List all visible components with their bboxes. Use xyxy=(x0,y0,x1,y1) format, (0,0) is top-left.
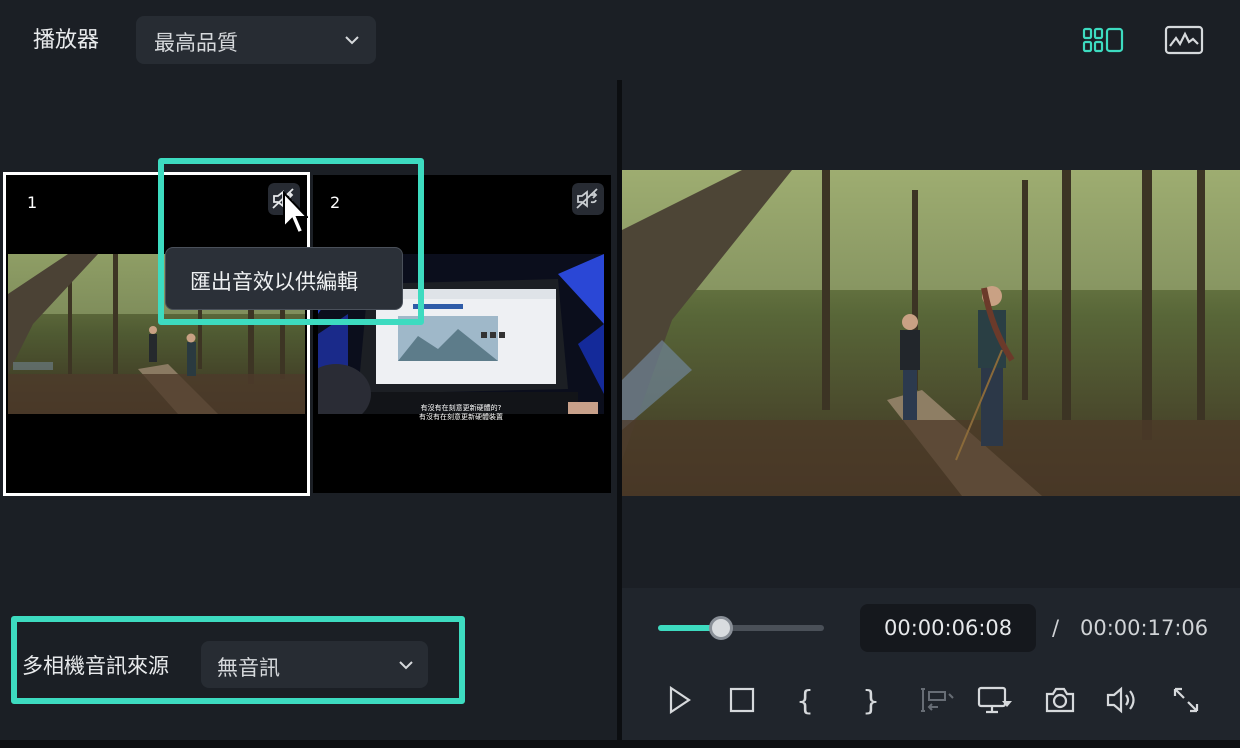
timecode-separator: / xyxy=(1052,616,1060,640)
display-settings-button[interactable] xyxy=(977,682,1013,718)
tooltip-text: 匯出音效以供編輯 xyxy=(190,270,358,294)
camera-icon xyxy=(1045,687,1075,713)
fullscreen-button[interactable] xyxy=(1168,682,1204,718)
bottom-edge xyxy=(0,740,1240,748)
camera-number: 1 xyxy=(27,193,38,212)
insert-icon xyxy=(921,688,954,712)
export-audio-tooltip: 匯出音效以供編輯 xyxy=(165,247,403,310)
camera-number: 2 xyxy=(330,193,341,212)
mark-out-button[interactable]: } xyxy=(853,682,889,718)
preview-video[interactable] xyxy=(622,170,1240,496)
volume-icon xyxy=(1106,686,1135,714)
play-button[interactable] xyxy=(662,682,698,718)
player-label: 播放器 xyxy=(33,28,100,53)
camera-2-subtitle-overlay: 有沒有在刻意更新硬體的? 有沒有在刻意更新硬體裝置 xyxy=(419,404,503,420)
mark-in-button[interactable]: { xyxy=(787,682,823,718)
stop-button[interactable] xyxy=(724,682,760,718)
quality-value: 最高品質 xyxy=(154,31,238,55)
multicam-grid-icon[interactable] xyxy=(1082,22,1126,58)
chevron-down-icon xyxy=(345,36,359,45)
camera-angle-1[interactable]: 1 xyxy=(3,172,310,496)
camera-angle-2[interactable]: 2 有沒有在刻意更新硬體的? 有沒有在刻意更新硬體裝置 xyxy=(313,175,611,493)
volume-button[interactable] xyxy=(1104,682,1140,718)
chevron-down-icon xyxy=(399,661,413,670)
stop-icon xyxy=(729,687,755,713)
scrubber-handle[interactable] xyxy=(709,616,734,640)
snapshot-button[interactable] xyxy=(1042,682,1078,718)
waveform-monitor-icon[interactable] xyxy=(1163,22,1207,58)
monitor-icon xyxy=(977,686,1012,714)
export-audio-icon[interactable] xyxy=(572,183,604,215)
subtitle-line-2: 有沒有在刻意更新硬體裝置 xyxy=(419,412,503,420)
scrubber-track[interactable] xyxy=(658,616,824,640)
subtitle-line-1: 有沒有在刻意更新硬體的? xyxy=(421,404,502,412)
audio-source-label: 多相機音訊來源 xyxy=(22,654,169,678)
expand-icon xyxy=(1173,687,1199,713)
audio-source-value: 無音訊 xyxy=(217,656,280,680)
play-icon xyxy=(669,686,691,714)
current-timecode[interactable]: 00:00:06:08 xyxy=(860,604,1036,652)
insert-button[interactable] xyxy=(920,682,956,718)
total-time: 00:00:17:06 xyxy=(1080,616,1209,640)
player-toolbar: 播放器 最高品質 xyxy=(0,0,1240,80)
audio-source-dropdown[interactable]: 無音訊 xyxy=(201,641,428,688)
quality-dropdown[interactable]: 最高品質 xyxy=(136,16,376,64)
current-time: 00:00:06:08 xyxy=(884,616,1013,640)
mouse-cursor-icon xyxy=(283,191,308,235)
